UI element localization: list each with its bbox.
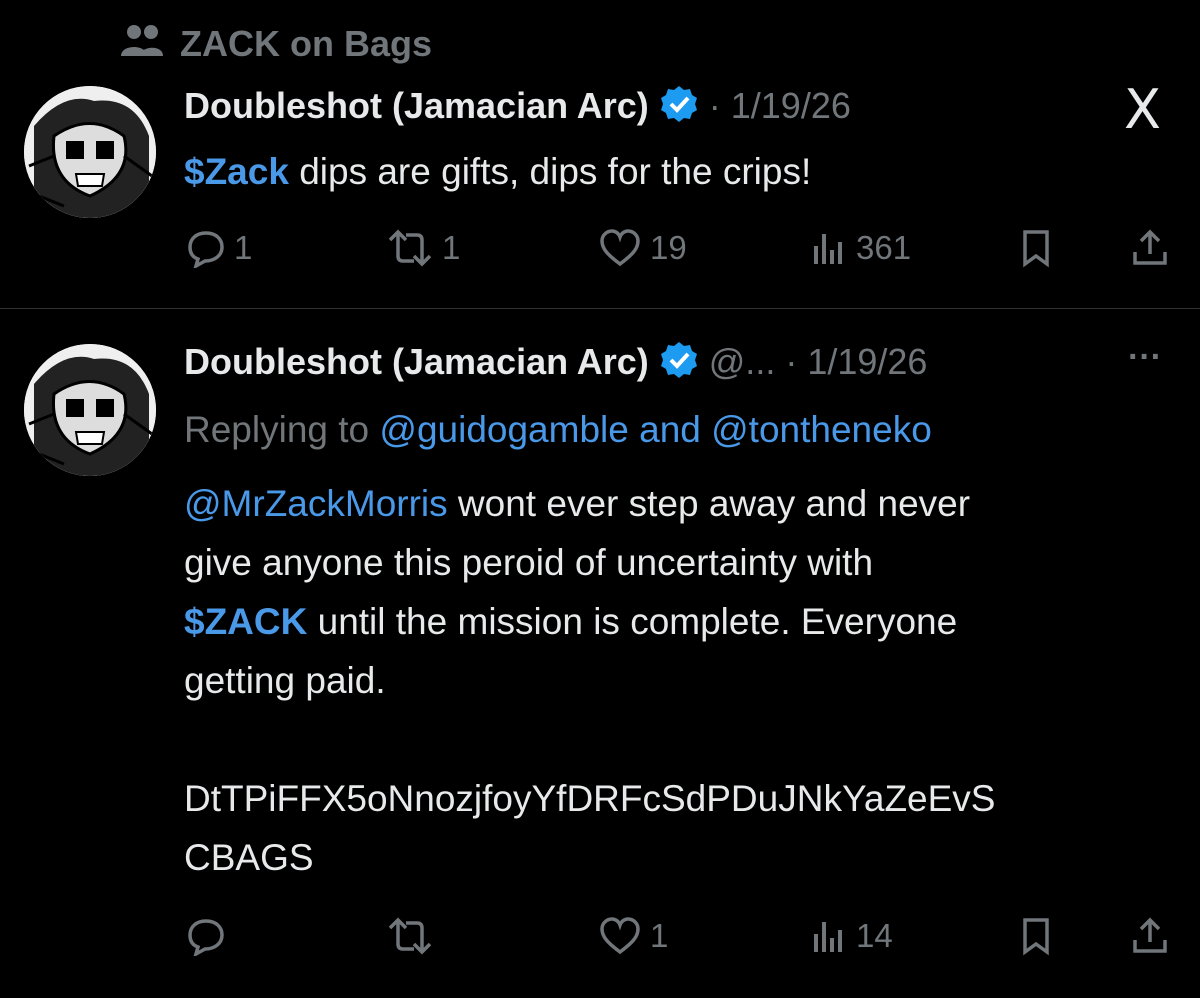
post2-actions: 1 14 — [186, 912, 1176, 960]
heart-icon — [600, 229, 640, 267]
post-date[interactable]: · 1/19/26 — [785, 341, 927, 383]
cashtag-link[interactable]: $ZACK — [184, 601, 307, 642]
author-handle[interactable]: @... — [709, 341, 776, 383]
repost-icon — [388, 917, 432, 955]
share-button[interactable] — [1130, 228, 1170, 268]
contract-address: CBAGS — [184, 837, 314, 878]
text-segment: until the mission is complete. Everyone — [307, 601, 958, 642]
share-button[interactable] — [1130, 916, 1170, 956]
like-button[interactable]: 19 — [598, 228, 687, 268]
views-count: 361 — [856, 229, 912, 266]
repost-button[interactable]: 1 — [386, 228, 460, 268]
post2-header: Doubleshot (Jamacian Arc) @... · 1/19/26 — [184, 338, 927, 386]
views-count: 14 — [856, 917, 893, 954]
text-line: $ZACK until the mission is complete. Eve… — [184, 592, 1184, 651]
verified-badge-icon — [659, 84, 699, 129]
bookmark-button[interactable] — [1016, 916, 1056, 956]
avatar-drawing — [24, 86, 156, 218]
views-icon — [814, 922, 842, 952]
avatar[interactable] — [24, 344, 156, 476]
text-line: getting paid. — [184, 660, 386, 701]
reply-icon — [188, 231, 224, 268]
x-logo-icon[interactable]: X — [1124, 78, 1161, 141]
views-button[interactable]: 361 — [808, 228, 911, 268]
replying-users-link[interactable]: @guidogamble and @tontheneko — [379, 409, 931, 450]
community-label: ZACK on Bags — [180, 23, 432, 64]
post-text: dips are gifts, dips for the crips! — [288, 151, 812, 192]
repost-icon — [388, 229, 432, 267]
cashtag-link[interactable]: $Zack — [184, 151, 289, 192]
views-icon — [814, 234, 842, 264]
like-button[interactable]: 1 — [598, 916, 668, 956]
text-segment: wont ever step away and never — [447, 483, 971, 524]
share-icon — [1133, 229, 1167, 265]
author-name[interactable]: Doubleshot (Jamacian Arc) — [184, 341, 649, 383]
post2-text: @MrZackMorris wont ever step away and ne… — [184, 474, 1184, 887]
like-count: 19 — [650, 229, 687, 266]
reply-icon — [188, 919, 224, 956]
contract-address: DtTPiFFX5oNnozjfoyYfDRFcSdPDuJNkYaZeEvS — [184, 778, 996, 819]
replying-to: Replying to @guidogamble and @tontheneko — [184, 400, 932, 459]
replying-prefix: Replying to — [184, 409, 380, 450]
bookmark-icon — [1023, 230, 1049, 268]
reply-button[interactable] — [186, 916, 234, 956]
community-header[interactable]: ZACK on Bags — [118, 22, 432, 66]
post1-header: Doubleshot (Jamacian Arc) · 1/19/26 — [184, 82, 851, 130]
heart-icon — [600, 917, 640, 955]
post1-actions: 1 1 19 361 — [186, 224, 1176, 272]
repost-count: 1 — [442, 229, 461, 266]
author-name[interactable]: Doubleshot (Jamacian Arc) — [184, 85, 649, 127]
bookmark-icon — [1023, 918, 1049, 956]
reply-count: 1 — [234, 229, 253, 266]
verified-badge-icon — [659, 340, 699, 385]
share-icon — [1133, 917, 1167, 953]
views-button[interactable]: 14 — [808, 916, 893, 956]
mention-link[interactable]: @MrZackMorris — [184, 483, 448, 524]
post1-text: $Zack dips are gifts, dips for the crips… — [184, 142, 811, 201]
community-icon — [118, 22, 166, 67]
more-options-icon[interactable]: ··· — [1128, 338, 1162, 377]
post-date[interactable]: · 1/19/26 — [709, 85, 851, 127]
bookmark-button[interactable] — [1016, 228, 1056, 268]
reply-button[interactable]: 1 — [186, 228, 252, 268]
avatar[interactable] — [24, 86, 156, 218]
divider — [0, 308, 1200, 309]
text-line: @MrZackMorris wont ever step away and ne… — [184, 474, 1184, 533]
repost-button[interactable] — [386, 916, 442, 956]
text-line: give anyone this peroid of uncertainty w… — [184, 542, 874, 583]
like-count: 1 — [650, 917, 669, 954]
avatar-drawing — [24, 344, 156, 476]
